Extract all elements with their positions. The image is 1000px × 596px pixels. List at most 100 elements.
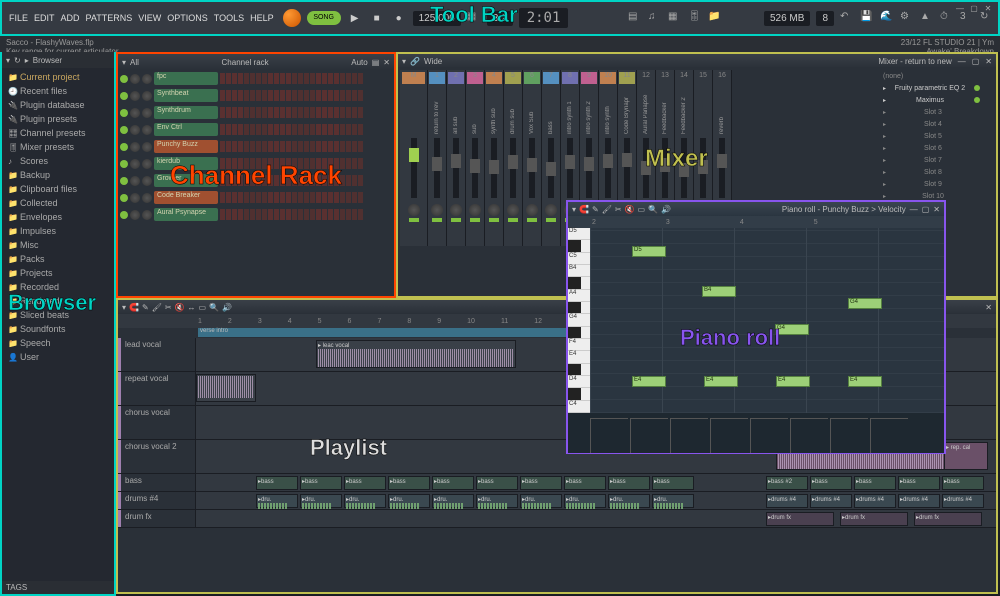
step[interactable]: [298, 158, 303, 169]
pattern-clip[interactable]: ▸dru.: [344, 494, 386, 508]
pattern-clip[interactable]: ▸dru.: [652, 494, 694, 508]
step[interactable]: [304, 158, 309, 169]
view-mixer-icon[interactable]: 🎚: [688, 11, 702, 25]
menu-help[interactable]: HELP: [247, 13, 277, 23]
step[interactable]: [238, 158, 243, 169]
stop-button[interactable]: ■: [369, 10, 385, 26]
track-pan-knob[interactable]: [450, 204, 462, 216]
pattern-clip[interactable]: ▸dru.: [520, 494, 562, 508]
step[interactable]: [322, 107, 327, 118]
channel-name-button[interactable]: fpc: [154, 72, 218, 85]
piano-key[interactable]: C4: [568, 401, 590, 413]
pr-draw-icon[interactable]: ✎: [592, 205, 599, 214]
step[interactable]: [322, 158, 327, 169]
track-fader[interactable]: [719, 138, 725, 198]
step[interactable]: [322, 141, 327, 152]
step[interactable]: [244, 209, 249, 220]
channel-name-button[interactable]: Growler: [154, 174, 218, 187]
step[interactable]: [322, 124, 327, 135]
step[interactable]: [268, 209, 273, 220]
step[interactable]: [280, 209, 285, 220]
menu-patterns[interactable]: PATTERNS: [83, 13, 136, 23]
track-fader[interactable]: [491, 138, 497, 198]
step[interactable]: [262, 73, 267, 84]
channel-led[interactable]: [120, 126, 128, 134]
step[interactable]: [352, 107, 357, 118]
step[interactable]: [262, 141, 267, 152]
step[interactable]: [310, 90, 315, 101]
browser-item[interactable]: 📁Backup: [2, 168, 114, 182]
channel-led[interactable]: [120, 143, 128, 151]
step[interactable]: [232, 192, 237, 203]
playlist-track-name[interactable]: repeat vocal: [118, 372, 196, 405]
piano-key[interactable]: G4: [568, 314, 590, 326]
step[interactable]: [268, 107, 273, 118]
track-pan-knob[interactable]: [431, 204, 443, 216]
step[interactable]: [220, 90, 225, 101]
audio-clip[interactable]: ▸ rep. cal: [944, 442, 988, 470]
step[interactable]: [340, 90, 345, 101]
pattern-clip[interactable]: ▸bass: [810, 476, 852, 490]
pl-slip-icon[interactable]: ↔: [188, 303, 196, 312]
pr-max-icon[interactable]: ▢: [922, 205, 930, 214]
cr-close-icon[interactable]: ✕: [383, 58, 390, 67]
step[interactable]: [244, 175, 249, 186]
step[interactable]: [280, 73, 285, 84]
step[interactable]: [310, 107, 315, 118]
pattern-clip[interactable]: ▸bass: [854, 476, 896, 490]
pl-close-icon[interactable]: ✕: [985, 303, 992, 312]
browser-item[interactable]: 👤User: [2, 350, 114, 364]
pr-select-icon[interactable]: ▭: [638, 205, 646, 214]
step[interactable]: [286, 90, 291, 101]
step[interactable]: [316, 73, 321, 84]
track-mute[interactable]: [470, 218, 480, 222]
step[interactable]: [310, 175, 315, 186]
step[interactable]: [334, 192, 339, 203]
step[interactable]: [334, 90, 339, 101]
step[interactable]: [232, 141, 237, 152]
step[interactable]: [280, 107, 285, 118]
render-icon[interactable]: 🌊: [880, 11, 894, 25]
channel-vol-knob[interactable]: [142, 142, 152, 152]
channel-name-button[interactable]: Synthdrum: [154, 106, 218, 119]
step[interactable]: [286, 107, 291, 118]
playlist-track-name[interactable]: lead vocal: [118, 338, 196, 371]
piano-key[interactable]: E4: [568, 351, 590, 363]
fx-slot[interactable]: ▸Fruity parametric EQ 2: [879, 82, 994, 94]
track-fader[interactable]: [567, 138, 573, 198]
pattern-clip[interactable]: ▸drums #4: [810, 494, 852, 508]
pattern-clip[interactable]: ▸drum fx: [766, 512, 834, 526]
step[interactable]: [352, 175, 357, 186]
step[interactable]: [346, 73, 351, 84]
menu-file[interactable]: FILE: [6, 13, 31, 23]
piano-roll-ruler[interactable]: 2345: [568, 216, 944, 228]
step[interactable]: [226, 209, 231, 220]
pattern-clip[interactable]: ▸dru.: [564, 494, 606, 508]
step[interactable]: [340, 175, 345, 186]
step[interactable]: [304, 124, 309, 135]
fx-slot[interactable]: ▸Slot 9: [879, 178, 994, 190]
menu-edit[interactable]: EDIT: [31, 13, 58, 23]
step[interactable]: [346, 107, 351, 118]
step[interactable]: [340, 158, 345, 169]
track-fader[interactable]: [453, 138, 459, 198]
step[interactable]: [298, 192, 303, 203]
velocity-bar[interactable]: [870, 418, 908, 453]
master-mute[interactable]: [409, 218, 419, 222]
channel-pan-knob[interactable]: [130, 74, 140, 84]
step[interactable]: [352, 209, 357, 220]
step[interactable]: [328, 107, 333, 118]
mixer-wide-label[interactable]: Wide: [424, 57, 442, 66]
step[interactable]: [292, 124, 297, 135]
step[interactable]: [280, 124, 285, 135]
step[interactable]: [238, 124, 243, 135]
track-pan-knob[interactable]: [545, 204, 557, 216]
step[interactable]: [232, 73, 237, 84]
pl-play-icon[interactable]: 🔊: [222, 303, 232, 312]
step[interactable]: [322, 175, 327, 186]
step[interactable]: [280, 158, 285, 169]
undo-icon[interactable]: ↶: [840, 11, 854, 25]
channel-led[interactable]: [120, 177, 128, 185]
step[interactable]: [322, 73, 327, 84]
step[interactable]: [268, 90, 273, 101]
